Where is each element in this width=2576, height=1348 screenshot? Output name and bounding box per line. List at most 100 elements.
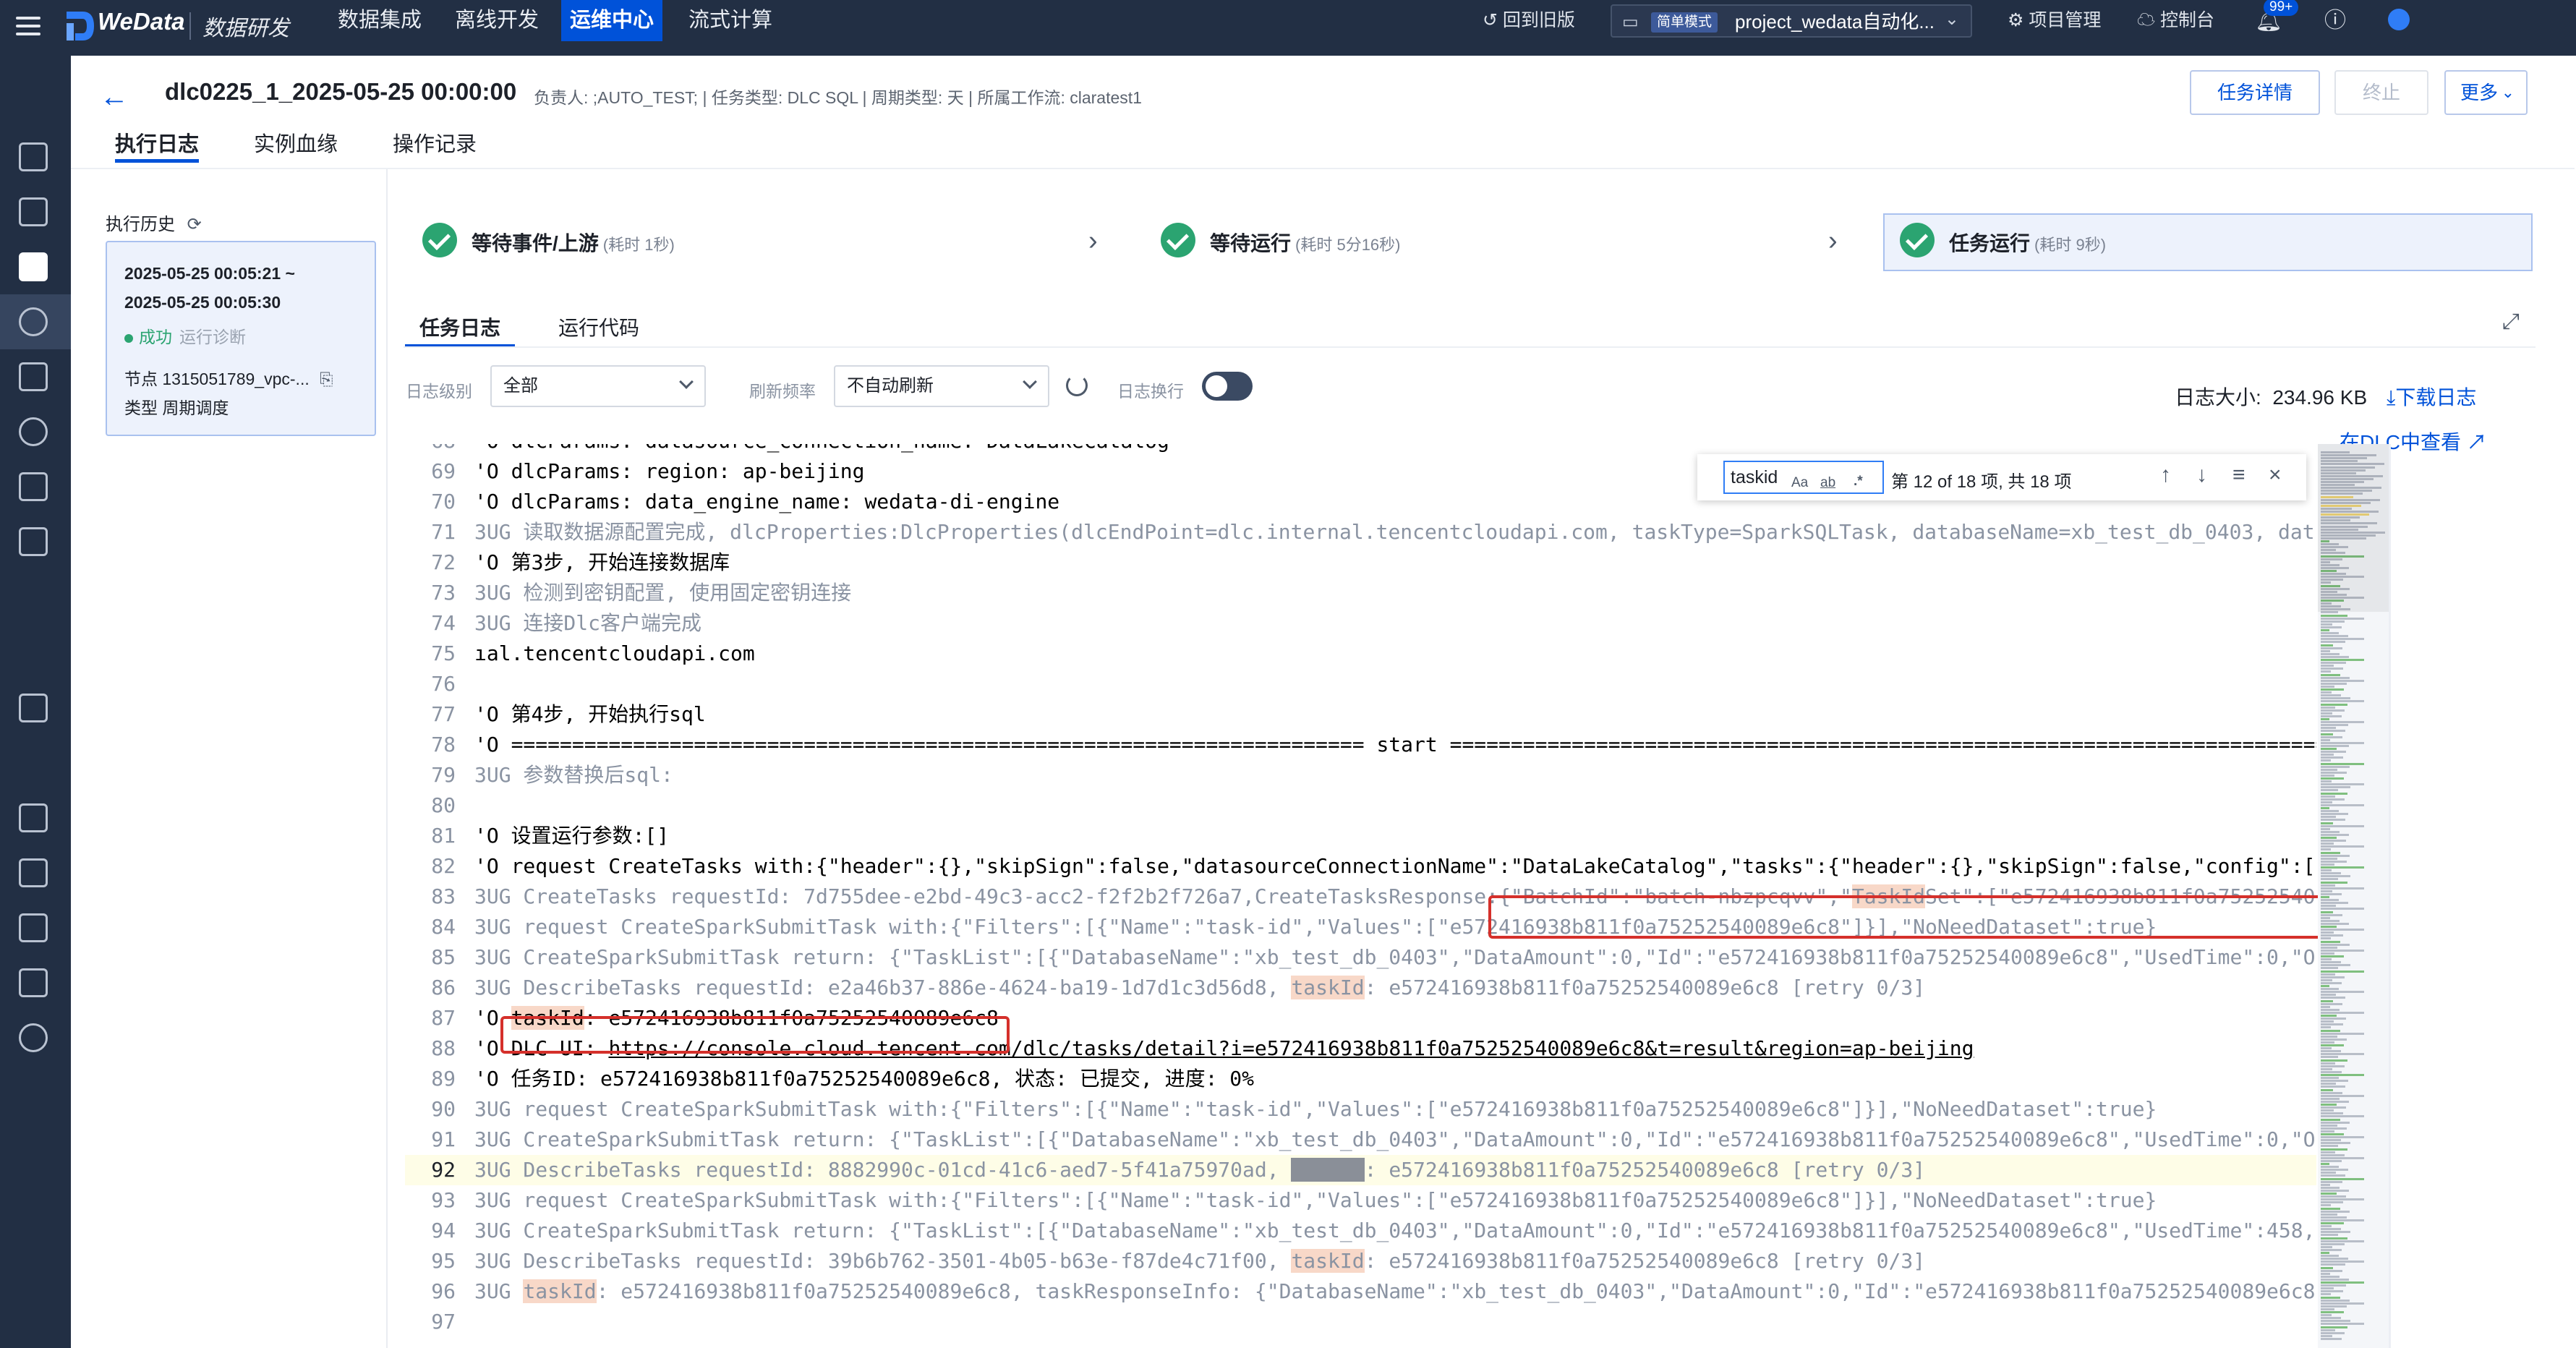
minimap-line (2321, 1331, 2345, 1334)
task-detail-button[interactable]: 任务详情 (2190, 70, 2320, 115)
minimap-line (2321, 1308, 2334, 1310)
tab-operation-record[interactable]: 操作记录 (393, 127, 477, 158)
sidebar-quality-icon[interactable] (19, 527, 48, 556)
nav-stream-compute[interactable]: 流式计算 (680, 0, 781, 41)
minimap-line (2321, 899, 2339, 902)
download-log-link[interactable]: ⤓下载日志 (2387, 382, 2476, 411)
copy-icon[interactable]: ⎘ (320, 370, 333, 388)
execution-history-title: 执行历史 (106, 215, 175, 234)
line-number: 69 (431, 459, 456, 483)
sidebar-monitor-icon[interactable] (19, 417, 48, 446)
minimap-line (2321, 1328, 2335, 1331)
find-in-selection-icon[interactable]: ≡ (2232, 463, 2246, 487)
sidebar-history-icon[interactable] (19, 307, 48, 336)
minimap-line (2321, 803, 2364, 806)
sidebar-package-icon[interactable] (19, 858, 48, 887)
minimap-line (2321, 824, 2364, 827)
minimap-line (2321, 1186, 2340, 1189)
minimap-line (2321, 706, 2335, 709)
chevron-down-icon: ⌄ (1944, 9, 1959, 29)
minimap-line (2321, 1337, 2342, 1340)
minimap-line (2321, 872, 2341, 875)
log-size: 日志大小: 234.96 KB (2175, 382, 2367, 411)
minimap-line (2321, 1166, 2339, 1169)
sidebar-instance-icon[interactable] (19, 252, 48, 281)
sidebar-gauge-icon[interactable] (19, 1023, 48, 1052)
line-text: 3UG 检测到密钥配置, 使用固定密钥连接 (474, 578, 851, 608)
minimap-line (2321, 863, 2334, 866)
line-text: 'O dlcParams: data_engine_name: wedata-d… (474, 487, 1059, 517)
run-diagnosis-link[interactable]: 运行诊断 (179, 328, 246, 346)
regex-option[interactable]: .* (1854, 466, 1863, 497)
minimap-line (2321, 759, 2331, 762)
minimap-viewport[interactable] (2318, 444, 2389, 612)
refresh-icon[interactable]: ⟳ (187, 215, 202, 234)
back-arrow-icon[interactable]: ← (100, 81, 129, 114)
minimap-line (2321, 827, 2330, 830)
step-duration: (耗时 5分16秒) (1295, 236, 1401, 254)
sidebar-doc-icon[interactable] (19, 913, 48, 942)
minimap-line (2321, 967, 2338, 970)
minimap-line (2321, 1296, 2340, 1299)
refresh-freq-select[interactable]: 不自动刷新 (834, 365, 1049, 407)
menu-icon[interactable] (16, 12, 40, 40)
line-text-segment: 3UG DescribeTasks requestId: 8882990c-01… (474, 1158, 1292, 1182)
sidebar-overview-icon[interactable] (19, 142, 48, 171)
back-to-old-version-link[interactable]: ↺ 回到旧版 (1483, 0, 1575, 41)
match-case-option[interactable]: Aa (1791, 468, 1808, 498)
minimap-line (2321, 665, 2334, 667)
line-text: 3UG DescribeTasks requestId: 39b6b762-35… (474, 1246, 1925, 1276)
stop-button[interactable]: 终止 (2334, 70, 2428, 115)
chevron-down-icon (679, 375, 694, 389)
refresh-icon[interactable] (1066, 375, 1088, 396)
minimap-line (2321, 1293, 2331, 1296)
minimap-line (2321, 910, 2333, 913)
log-wrap-toggle[interactable] (1202, 372, 1253, 401)
help-icon[interactable]: ⓘ (2324, 0, 2346, 41)
success-dot-icon (124, 333, 133, 343)
sidebar-calendar-icon[interactable] (19, 694, 48, 722)
match-word-option[interactable]: ab (1820, 468, 1835, 498)
minimap-line (2321, 1067, 2332, 1070)
minimap-line (2321, 1207, 2340, 1210)
minimap-line (2321, 1195, 2346, 1198)
expand-icon[interactable]: ⤢ (2502, 310, 2520, 334)
minimap-line (2321, 1183, 2330, 1186)
tab-task-log[interactable]: 任务日志 (404, 312, 516, 347)
minimap-line (2321, 1163, 2329, 1165)
nav-ops-center[interactable]: 运维中心 (561, 0, 663, 41)
line-text-segment: 'O request CreateTasks with:{"header":{}… (474, 854, 2316, 878)
log-level-select[interactable]: 全部 (490, 365, 706, 407)
find-input[interactable]: taskid Aa ab .* (1723, 461, 1884, 494)
sidebar-cube-icon[interactable] (19, 803, 48, 832)
avatar[interactable] (2388, 9, 2410, 30)
minimap-line (2321, 730, 2345, 733)
minimap-line (2321, 1219, 2364, 1221)
close-icon[interactable]: × (2269, 463, 2282, 487)
nav-offline-dev[interactable]: 离线开发 (446, 0, 547, 41)
minimap-line (2321, 913, 2342, 916)
minimap-line (2321, 626, 2342, 628)
minimap-line (2321, 694, 2341, 697)
minimap-line (2321, 1278, 2349, 1281)
sidebar-alert-icon[interactable] (19, 362, 48, 391)
tab-execution-log[interactable]: 执行日志 (115, 127, 200, 163)
sidebar-task-icon[interactable] (19, 197, 48, 226)
minimap-line (2321, 1252, 2329, 1254)
project-management-link[interactable]: ⚙ 项目管理 (2008, 0, 2101, 41)
arrow-down-icon[interactable]: ↓ (2196, 463, 2207, 487)
tab-instance-lineage[interactable]: 实例血缘 (254, 127, 338, 158)
minimap-line (2321, 919, 2340, 922)
step-label: 任务运行 (耗时 9秒) (1949, 228, 2106, 257)
execution-history-item[interactable]: 2025-05-25 00:05:21 ~ 2025-05-25 00:05:3… (106, 241, 376, 436)
more-button[interactable]: 更多 ⌄ (2444, 70, 2528, 115)
tab-run-code[interactable]: 运行代码 (558, 312, 639, 341)
project-selector[interactable]: ▭ 简单模式 project_wedata自动化... ⌄ (1611, 4, 1972, 38)
sidebar-lock-icon[interactable] (19, 968, 48, 997)
sidebar-resource-icon[interactable] (19, 472, 48, 501)
line-number: 68 (405, 444, 456, 456)
arrow-up-icon[interactable]: ↑ (2160, 463, 2171, 487)
nav-data-integration[interactable]: 数据集成 (329, 0, 430, 41)
minimap-line (2321, 1231, 2350, 1234)
console-link[interactable]: ☁ 控制台 (2137, 0, 2214, 41)
